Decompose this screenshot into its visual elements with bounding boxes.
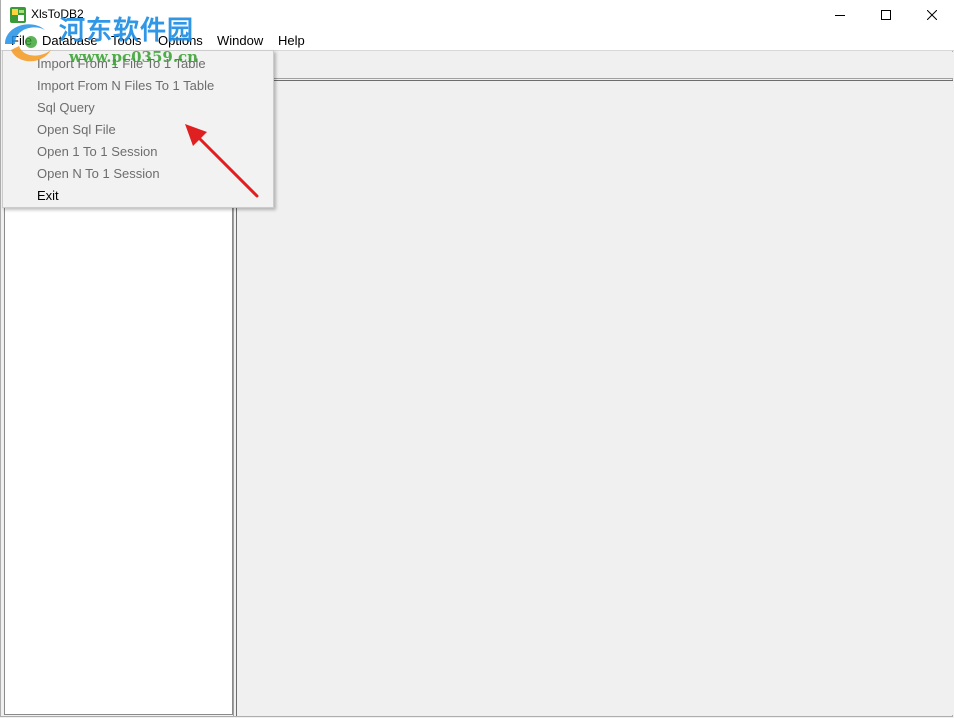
minimize-icon <box>835 15 845 16</box>
menu-item-open-n-to-1-session[interactable]: Open N To 1 Session <box>37 166 160 181</box>
menu-help[interactable]: Help <box>278 33 305 48</box>
watermark-text: 河东软件园 <box>59 16 195 46</box>
watermark-url: www.pc0359.cn <box>69 48 199 66</box>
toolbar-divider <box>237 78 953 79</box>
maximize-icon <box>881 10 891 20</box>
minimize-button[interactable] <box>817 0 863 30</box>
menu-item-import-n-files[interactable]: Import From N Files To 1 Table <box>37 78 214 93</box>
close-icon <box>927 10 937 20</box>
watermark-logo-icon <box>5 24 51 62</box>
maximize-button[interactable] <box>863 0 909 30</box>
mdi-workspace[interactable] <box>237 81 953 715</box>
toolbar <box>237 52 953 78</box>
menu-item-open-sql-file[interactable]: Open Sql File <box>37 122 116 137</box>
annotation-arrow-icon <box>185 124 259 198</box>
close-button[interactable] <box>909 0 954 30</box>
app-window: XlsToDB2 File Database Tools Options Win… <box>0 0 954 717</box>
menu-item-open-1-to-1-session[interactable]: Open 1 To 1 Session <box>37 144 157 159</box>
menu-window[interactable]: Window <box>217 33 263 48</box>
menu-item-sql-query[interactable]: Sql Query <box>37 100 95 115</box>
menu-item-exit[interactable]: Exit <box>37 188 59 203</box>
